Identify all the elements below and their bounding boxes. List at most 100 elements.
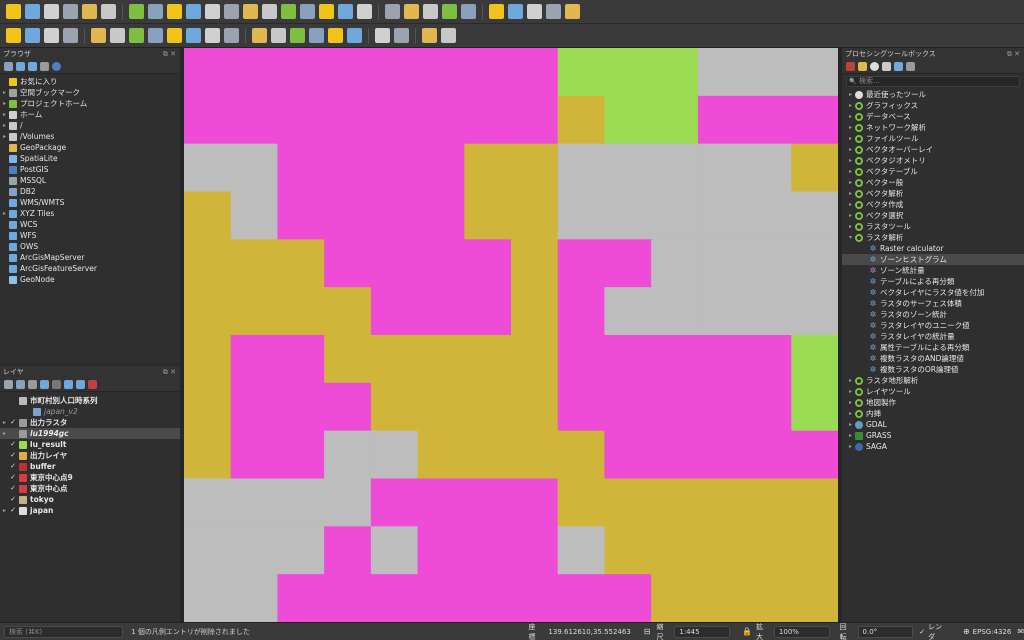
processing-item[interactable]: ▸ ラスタ地形解析 (842, 375, 1024, 386)
python-icon[interactable] (394, 28, 409, 43)
expand-arrow-icon[interactable]: ▸ (846, 177, 855, 188)
label-change-icon[interactable] (347, 28, 362, 43)
processing-item[interactable]: ✲ 複数ラスタのOR論理値 (842, 364, 1024, 375)
refresh-icon[interactable] (16, 62, 25, 71)
edit-features-icon[interactable] (894, 62, 903, 71)
processing-item[interactable]: ▸ ファイルツール (842, 133, 1024, 144)
messages-icon[interactable]: ✉ (1017, 627, 1024, 636)
info-icon[interactable] (52, 62, 61, 71)
history-icon[interactable] (870, 62, 879, 71)
browser-item[interactable]: ▸ プロジェクトホーム (0, 98, 180, 109)
browser-item[interactable]: ▸ / (0, 120, 180, 131)
processing-item[interactable]: ▸ ベクタ作成 (842, 199, 1024, 210)
map-canvas[interactable] (184, 48, 838, 622)
layer-item[interactable]: ▸ lu1994gc (0, 428, 180, 439)
data-source-manager-icon[interactable] (6, 28, 21, 43)
layer-visibility-checkbox[interactable]: ✓ (9, 483, 17, 494)
processing-item[interactable]: ▸ SAGA (842, 441, 1024, 452)
magnifier-input[interactable]: 100% (773, 625, 830, 638)
paste-icon[interactable] (186, 28, 201, 43)
expand-arrow-icon[interactable]: ▸ (846, 419, 855, 430)
browser-item[interactable]: ▸ XYZ Tiles (0, 208, 180, 219)
processing-item[interactable]: ▸ ベクタ解析 (842, 188, 1024, 199)
render-checkbox[interactable]: ✓ (919, 628, 925, 636)
attribute-table-icon[interactable] (442, 4, 457, 19)
undo-icon[interactable] (205, 28, 220, 43)
browser-item[interactable]: DB2 (0, 186, 180, 197)
expand-arrow-icon[interactable]: ▸ (846, 166, 855, 177)
select-icon[interactable] (404, 4, 419, 19)
processing-item[interactable]: ▸ グラフィックス (842, 100, 1024, 111)
processing-item[interactable]: ✲ テーブルによる再分類 (842, 276, 1024, 287)
browser-item[interactable]: お気に入り (0, 76, 180, 87)
sum-icon[interactable] (508, 4, 523, 19)
layer-item[interactable]: ✓ 東京中心点9 (0, 472, 180, 483)
text-annotation-icon[interactable] (565, 4, 580, 19)
redo-icon[interactable] (224, 28, 239, 43)
lock-icon[interactable]: 🔒 (742, 627, 752, 636)
layer-item[interactable]: japan_v2 (0, 406, 180, 417)
add-point-icon[interactable] (110, 28, 125, 43)
style-icon[interactable] (4, 380, 13, 389)
zoom-full-icon[interactable] (205, 4, 220, 19)
panel-controls-icon[interactable]: ⧉ ✕ (163, 48, 176, 60)
add-selected-icon[interactable] (4, 62, 13, 71)
panel-controls-icon[interactable]: ⧉ ✕ (163, 366, 176, 378)
layout-manager-icon[interactable] (82, 4, 97, 19)
browser-item[interactable]: GeoPackage (0, 142, 180, 153)
expand-arrow-icon[interactable]: ▸ (846, 397, 855, 408)
save-edits-icon[interactable] (91, 28, 106, 43)
browser-item[interactable]: ArcGisMapServer (0, 252, 180, 263)
layer-visibility-checkbox[interactable]: ✓ (9, 450, 17, 461)
expand-arrow-icon[interactable]: ▸ (846, 408, 855, 419)
expression-filter-icon[interactable] (52, 380, 61, 389)
vertex-tool-icon[interactable] (129, 28, 144, 43)
label-pin-icon[interactable] (271, 28, 286, 43)
layer-visibility-checkbox[interactable]: ✓ (9, 461, 17, 472)
expand-arrow-icon[interactable]: ▸ (846, 111, 855, 122)
locator-search-input[interactable]: 検索 (⌘K) (4, 625, 124, 638)
rotation-input[interactable]: 0.0° (857, 625, 914, 638)
browser-item[interactable]: SpatiaLite (0, 153, 180, 164)
layer-item[interactable]: ✓ tokyo (0, 494, 180, 505)
pan-icon[interactable] (129, 4, 144, 19)
add-group-icon[interactable] (16, 380, 25, 389)
expand-all-icon[interactable] (64, 380, 73, 389)
zoom-in-icon[interactable] (167, 4, 182, 19)
processing-item[interactable]: ▸ ラスタツール (842, 221, 1024, 232)
layer-item[interactable]: 市町村別人口時系列 (0, 395, 180, 406)
processing-item[interactable]: ▸ GDAL (842, 419, 1024, 430)
processing-item[interactable]: ▾ ラスタ解析 (842, 232, 1024, 243)
expand-arrow-icon[interactable]: ▸ (846, 144, 855, 155)
processing-item[interactable]: ✲ ベクタレイヤにラスタ値を付加 (842, 287, 1024, 298)
browser-item[interactable]: MSSQL (0, 175, 180, 186)
processing-item[interactable]: ▸ GRASS (842, 430, 1024, 441)
expand-arrow-icon[interactable]: ▸ (846, 199, 855, 210)
collapse-all-icon[interactable] (40, 62, 49, 71)
expand-arrow-icon[interactable]: ▸ (0, 98, 9, 109)
zoom-last-icon[interactable] (281, 4, 296, 19)
browser-item[interactable]: ▸ /Volumes (0, 131, 180, 142)
statistics-icon[interactable] (461, 4, 476, 19)
coordinate-value[interactable]: 139.612610,35.552463 (548, 628, 643, 636)
layer-item[interactable]: ▸ ✓ 出力ラスタ (0, 417, 180, 428)
browser-item[interactable]: WMS/WMTS (0, 197, 180, 208)
processing-item[interactable]: ▸ 内挿 (842, 408, 1024, 419)
style-manager-icon[interactable] (101, 4, 116, 19)
browser-item[interactable]: ArcGisFeatureServer (0, 263, 180, 274)
filter-icon[interactable] (28, 62, 37, 71)
layer-visibility-checkbox[interactable]: ✓ (9, 505, 17, 516)
panel-controls-icon[interactable]: ⧉ ✕ (1007, 48, 1020, 60)
label-show-icon[interactable] (290, 28, 305, 43)
remove-layer-icon[interactable] (88, 380, 97, 389)
processing-item[interactable]: ✲ ラスタのサーフェス体積 (842, 298, 1024, 309)
python-scripts-icon[interactable] (858, 62, 867, 71)
processing-item[interactable]: ✲ Raster calculator (842, 243, 1024, 254)
processing-item[interactable]: ▸ ネットワーク解析 (842, 122, 1024, 133)
expand-arrow-icon[interactable]: ▸ (846, 155, 855, 166)
expand-arrow-icon[interactable]: ▸ (0, 428, 9, 439)
layer-item[interactable]: ✓ lu_result (0, 439, 180, 450)
crs-label[interactable]: EPSG:4326 (973, 628, 1012, 636)
layer-item[interactable]: ▸ ✓ japan (0, 505, 180, 516)
browser-item[interactable]: OWS (0, 241, 180, 252)
